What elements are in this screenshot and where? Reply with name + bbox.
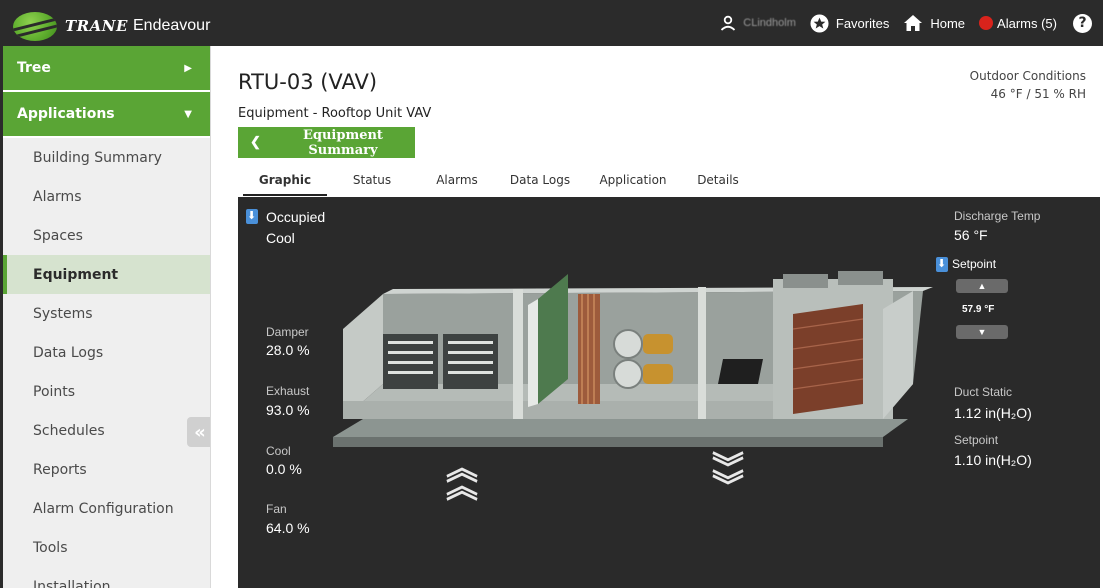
page-subtitle: Equipment - Rooftop Unit VAV <box>238 106 432 121</box>
favorites-label: Favorites <box>835 15 890 31</box>
tab-graphic[interactable]: Graphic <box>243 166 327 196</box>
chevron-up-icon: ▲ <box>977 281 987 291</box>
sidebar-item-alarm-configuration[interactable]: Alarm Configuration <box>3 489 210 528</box>
discharge-setpoint-value: 57.9 °F <box>962 304 995 315</box>
sidebar-item-building-summary[interactable]: Building Summary <box>3 138 210 177</box>
help-icon[interactable]: ? <box>1073 13 1092 33</box>
sidebar-item-systems[interactable]: Systems <box>3 294 210 333</box>
brand-logo-text: TRANE <box>65 17 128 35</box>
alarms-label: Alarms (5) <box>997 15 1057 31</box>
user-menu[interactable]: CLindholm <box>720 15 796 31</box>
tab-bar: Graphic Status Alarms Data Logs Applicat… <box>238 166 1088 197</box>
setpoint-decrease-button[interactable]: ▼ <box>956 325 1008 339</box>
chevron-down-icon: ▼ <box>977 327 987 337</box>
sidebar-item-data-logs[interactable]: Data Logs <box>3 333 210 372</box>
alarm-icon <box>979 16 994 30</box>
setpoint-info-icon[interactable] <box>936 257 948 272</box>
duct-static-value: 1.12 in(H₂O) <box>954 405 1032 421</box>
sidebar-item-alarms[interactable]: Alarms <box>3 177 210 216</box>
cool-mode-status: Cool <box>266 230 295 246</box>
trane-logo-icon <box>13 12 57 41</box>
duct-setpoint-value: 1.10 in(H₂O) <box>954 452 1032 468</box>
exhaust-value: 93.0 % <box>266 402 310 418</box>
app-name: Endeavour <box>133 17 211 34</box>
user-icon <box>720 15 736 31</box>
damper-label: Damper <box>266 325 309 339</box>
airflow-down-icon: ︾ ︾ <box>712 450 744 504</box>
sidebar-item-schedules[interactable]: Schedules <box>3 411 210 450</box>
sidebar-section-label: Applications <box>17 106 115 122</box>
exhaust-label: Exhaust <box>266 384 310 398</box>
airflow-up-icon: ︽ ︽ <box>446 450 478 504</box>
outdoor-conditions-value: 46 °F / 51 % RH <box>990 87 1086 101</box>
outdoor-conditions-title: Outdoor Conditions <box>969 69 1086 83</box>
equipment-summary-label: Equipment Summary <box>302 127 383 158</box>
top-right-menu: CLindholm Favorites Home Alarms (5) ? <box>706 3 1092 43</box>
discharge-temp-value: 56 °F <box>954 227 988 243</box>
sidebar-section-applications[interactable]: Applications ▼ <box>3 92 210 138</box>
sidebar-divider[interactable] <box>210 46 218 588</box>
sidebar-item-spaces[interactable]: Spaces <box>3 216 210 255</box>
chevron-left-icon: ❮ <box>250 135 261 150</box>
fan-label: Fan <box>266 502 287 516</box>
fan-value: 64.0 % <box>266 520 310 536</box>
duct-static-label: Duct Static <box>954 385 1013 399</box>
favorites-link[interactable]: Favorites <box>810 13 890 33</box>
tab-details[interactable]: Details <box>688 166 748 196</box>
tab-application[interactable]: Application <box>592 166 674 196</box>
equipment-graphic-panel: Occupied Cool Damper 28.0 % Exhaust 93.0… <box>238 197 1100 588</box>
sidebar-section-tree[interactable]: Tree ▶ <box>3 46 210 92</box>
sidebar-section-label: Tree <box>17 60 51 76</box>
discharge-temp-label: Discharge Temp <box>954 209 1041 223</box>
discharge-setpoint-label: Setpoint <box>952 257 997 271</box>
home-link[interactable]: Home <box>903 14 965 32</box>
sidebar-item-equipment[interactable]: Equipment <box>3 255 210 294</box>
outdoor-conditions: Outdoor Conditions 46 °F / 51 % RH <box>970 67 1086 103</box>
tab-status[interactable]: Status <box>341 166 403 196</box>
home-label: Home <box>930 15 966 31</box>
sidebar-item-tools[interactable]: Tools <box>3 528 210 567</box>
caret-down-icon: ▼ <box>184 108 192 120</box>
sidebar-item-reports[interactable]: Reports <box>3 450 210 489</box>
alarms-link[interactable]: Alarms (5) <box>979 16 1057 31</box>
page-title: RTU-03 (VAV) <box>238 70 378 94</box>
sidebar-collapse-button[interactable]: « <box>187 417 210 447</box>
duct-setpoint-label: Setpoint <box>954 433 999 447</box>
home-icon <box>903 14 923 32</box>
user-name: CLindholm <box>743 17 796 29</box>
caret-right-icon: ▶ <box>184 62 192 74</box>
top-bar: TRANE Endeavour CLindholm Favorites Home… <box>0 0 1103 46</box>
sidebar-item-installation[interactable]: Installation <box>3 567 210 588</box>
tab-data-logs[interactable]: Data Logs <box>502 166 578 196</box>
damper-value: 28.0 % <box>266 342 310 358</box>
tab-alarms[interactable]: Alarms <box>426 166 488 196</box>
cool-label: Cool <box>266 444 291 458</box>
equipment-summary-button[interactable]: ❮ Equipment Summary <box>238 127 415 158</box>
cool-value: 0.0 % <box>266 461 302 477</box>
rooftop-unit-illustration <box>333 271 933 447</box>
star-icon <box>810 13 829 33</box>
occupied-status: Occupied <box>266 209 326 225</box>
occupied-mode-icon[interactable] <box>246 209 258 224</box>
sidebar-item-points[interactable]: Points <box>3 372 210 411</box>
setpoint-increase-button[interactable]: ▲ <box>956 279 1008 293</box>
sidebar: Tree ▶ Applications ▼ Building Summary A… <box>0 46 210 588</box>
